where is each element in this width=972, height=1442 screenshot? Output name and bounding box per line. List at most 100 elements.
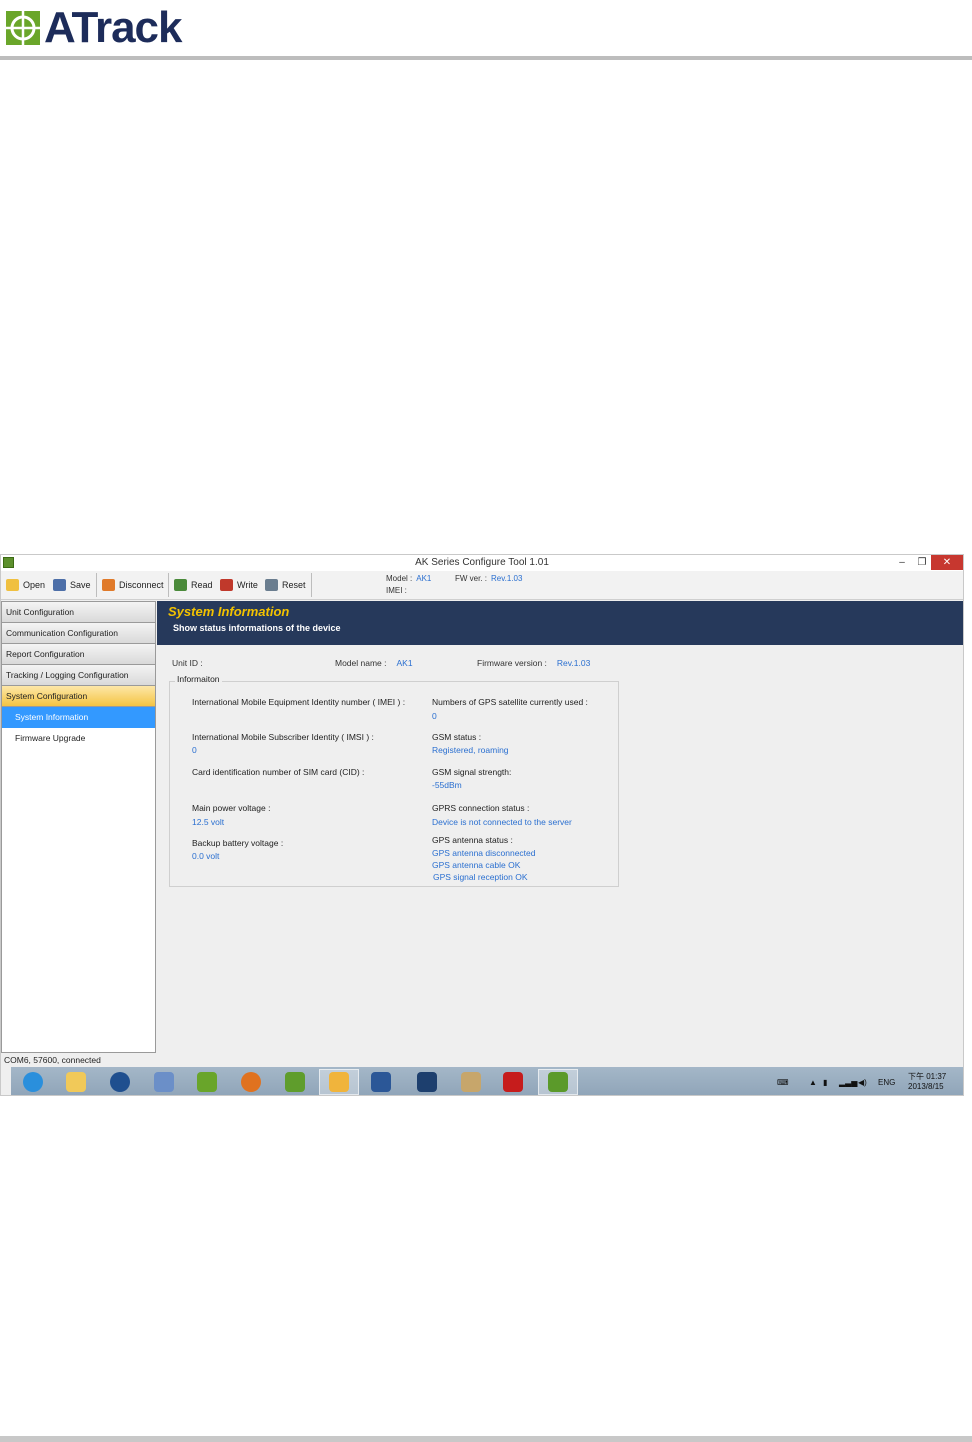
firmware-version-row: Firmware version : Rev.1.03 xyxy=(477,658,590,668)
acrobat-icon[interactable] xyxy=(493,1069,533,1095)
gps-antenna-value-3: GPS signal reception OK xyxy=(433,872,528,882)
read-device-icon xyxy=(174,579,187,591)
footer-rule xyxy=(0,1436,972,1442)
model-value: AK1 xyxy=(416,574,432,583)
firmware-label: Firmware version : xyxy=(477,658,547,668)
write-button[interactable]: Write xyxy=(220,577,258,593)
keyboard-icon[interactable]: ⌨ xyxy=(777,1067,789,1095)
gprs-status-value: Device is not connected to the server xyxy=(432,817,572,827)
sidebar: Unit Configuration Communication Configu… xyxy=(1,601,156,1053)
toolbar-model-info: Model : AK1 xyxy=(386,574,431,583)
write-device-icon xyxy=(220,579,233,591)
atrack-tool-icon[interactable] xyxy=(187,1069,227,1095)
ak-config-tool-icon[interactable] xyxy=(538,1069,578,1095)
clock-date: 2013/8/15 xyxy=(908,1082,944,1091)
gsm-signal-label: GSM signal strength: xyxy=(432,767,512,777)
internet-explorer-icon[interactable] xyxy=(13,1069,53,1095)
fw-label: FW ver. : xyxy=(455,574,487,583)
save-label: Save xyxy=(70,580,91,590)
atrack-logo: ATrack xyxy=(4,6,182,50)
sidebar-item-tracking-logging-configuration[interactable]: Tracking / Logging Configuration xyxy=(2,665,155,686)
toolbar-separator xyxy=(311,573,312,597)
open-label: Open xyxy=(23,580,46,590)
main-content: Unit ID : Model name : AK1 Firmware versi… xyxy=(157,645,963,1053)
toolbar-imei-info: IMEI : xyxy=(386,586,407,595)
gps-tool-icon[interactable] xyxy=(275,1069,315,1095)
sidebar-item-system-configuration[interactable]: System Configuration xyxy=(2,686,155,707)
power-icon[interactable]: ▮ xyxy=(823,1067,827,1095)
gprs-status-label: GPRS connection status : xyxy=(432,803,530,813)
backup-battery-value: 0.0 volt xyxy=(192,851,220,861)
toolbar-fw-info: FW ver. : Rev.1.03 xyxy=(455,574,522,583)
model-name-label: Model name : xyxy=(335,658,387,668)
network-app-icon[interactable] xyxy=(144,1069,184,1095)
clock-time: 下午 01:37 xyxy=(908,1072,947,1081)
folder-icon xyxy=(6,579,19,591)
page-subtitle: Show status informations of the device xyxy=(173,623,341,633)
app-window: AK Series Configure Tool 1.01 – ❐ ✕ Open… xyxy=(0,554,964,1096)
status-bar: COM6, 57600, connected xyxy=(1,1053,963,1067)
toolbar: Open Save Disconnect Read Write Reset Mo… xyxy=(1,571,963,600)
minimize-button[interactable]: – xyxy=(891,555,913,570)
floppy-disk-icon xyxy=(53,579,66,591)
title-bar: AK Series Configure Tool 1.01 – ❐ ✕ xyxy=(1,555,963,571)
language-indicator[interactable]: ENG xyxy=(878,1067,895,1095)
gps-antenna-value-1: GPS antenna disconnected xyxy=(432,848,536,858)
disconnect-button[interactable]: Disconnect xyxy=(102,577,164,593)
unit-id-label: Unit ID : xyxy=(172,658,203,668)
gsm-status-value: Registered, roaming xyxy=(432,745,509,755)
network-signal-icon[interactable]: ▂▃▅ xyxy=(839,1067,857,1095)
taskbar: ⌨ ▲ ▮ ▂▃▅ ◀) ENG 下午 01:37 2013/8/15 xyxy=(11,1067,963,1095)
restore-button[interactable]: ❐ xyxy=(911,555,933,570)
save-button[interactable]: Save xyxy=(53,577,91,593)
volume-icon[interactable]: ◀) xyxy=(858,1067,867,1095)
gsm-signal-value: -55dBm xyxy=(432,780,462,790)
imei-field-label: International Mobile Equipment Identity … xyxy=(192,697,406,707)
file-explorer-icon[interactable] xyxy=(56,1069,96,1095)
group-legend: Informaiton xyxy=(175,674,222,684)
gps-antenna-value-2: GPS antenna cable OK xyxy=(432,860,521,870)
paint-icon[interactable] xyxy=(451,1069,491,1095)
fw-value: Rev.1.03 xyxy=(491,574,523,583)
read-button[interactable]: Read xyxy=(174,577,213,593)
write-label: Write xyxy=(237,580,258,590)
read-label: Read xyxy=(191,580,213,590)
reset-button[interactable]: Reset xyxy=(265,577,306,593)
main-power-label: Main power voltage : xyxy=(192,803,271,813)
crosshair-logo-icon xyxy=(4,9,42,47)
sidebar-subitem-firmware-upgrade[interactable]: Firmware Upgrade xyxy=(2,728,155,749)
gps-antenna-label: GPS antenna status : xyxy=(432,835,513,845)
reset-label: Reset xyxy=(282,580,306,590)
disconnect-plug-icon xyxy=(102,579,115,591)
open-button[interactable]: Open xyxy=(6,577,45,593)
photoshop-icon[interactable] xyxy=(407,1069,447,1095)
gps-satellite-label: Numbers of GPS satellite currently used … xyxy=(432,697,588,707)
imei-label: IMEI : xyxy=(386,586,407,595)
toolbar-separator xyxy=(96,573,97,597)
outlook-icon[interactable] xyxy=(319,1069,359,1095)
gps-satellite-value: 0 xyxy=(432,711,437,721)
imsi-field-label: International Mobile Subscriber Identity… xyxy=(192,732,374,742)
disconnect-label: Disconnect xyxy=(119,580,164,590)
window-title: AK Series Configure Tool 1.01 xyxy=(415,557,549,568)
page-title: System Information xyxy=(168,604,290,619)
firefox-icon[interactable] xyxy=(231,1069,271,1095)
hp-icon[interactable] xyxy=(100,1069,140,1095)
sidebar-item-unit-configuration[interactable]: Unit Configuration xyxy=(2,602,155,623)
cid-field-label: Card identification number of SIM card (… xyxy=(192,767,365,777)
toolbar-separator xyxy=(168,573,169,597)
word-icon[interactable] xyxy=(361,1069,401,1095)
logo-text: ATrack xyxy=(44,3,182,52)
sidebar-item-report-configuration[interactable]: Report Configuration xyxy=(2,644,155,665)
reset-device-icon xyxy=(265,579,278,591)
sidebar-subitem-system-information[interactable]: System Information xyxy=(2,707,155,728)
clock[interactable]: 下午 01:37 2013/8/15 xyxy=(908,1067,947,1095)
model-label: Model : xyxy=(386,574,413,583)
main-power-value: 12.5 volt xyxy=(192,817,225,827)
close-button[interactable]: ✕ xyxy=(931,555,963,570)
sidebar-item-communication-configuration[interactable]: Communication Configuration xyxy=(2,623,155,644)
model-name-value: AK1 xyxy=(396,658,413,668)
imsi-value: 0 xyxy=(192,745,197,755)
show-hidden-icons-icon[interactable]: ▲ xyxy=(809,1067,817,1095)
backup-battery-label: Backup battery voltage : xyxy=(192,838,284,848)
